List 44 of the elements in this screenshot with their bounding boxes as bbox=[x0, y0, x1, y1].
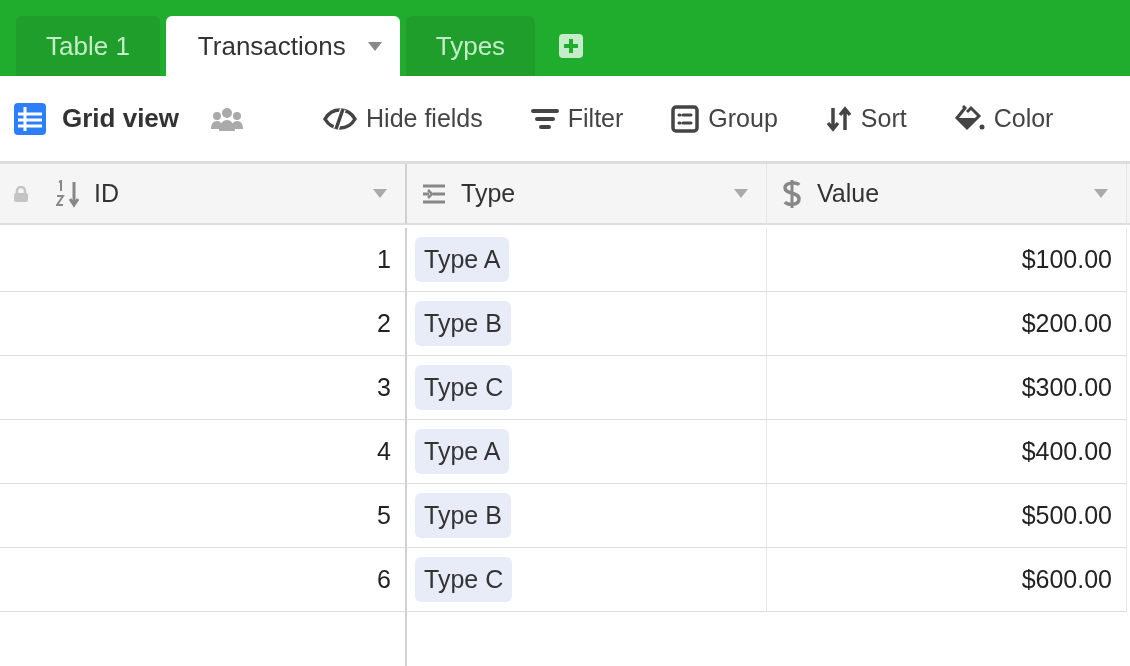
add-table-icon[interactable] bbox=[559, 34, 584, 58]
people-icon[interactable] bbox=[211, 106, 244, 131]
option-tag: Type C bbox=[415, 557, 513, 602]
table-cell: $600.00 bbox=[767, 548, 1127, 612]
number-sort-icon bbox=[56, 179, 80, 208]
table-cell: $300.00 bbox=[767, 356, 1127, 420]
toolbar-button[interactable]: Group bbox=[671, 104, 778, 133]
table-cell: 1 bbox=[0, 228, 407, 292]
table-cell: $500.00 bbox=[767, 484, 1127, 548]
option-tag: Type A bbox=[415, 237, 510, 282]
option-tag: Type B bbox=[415, 493, 511, 538]
caret-icon bbox=[734, 189, 748, 198]
sort-icon bbox=[825, 105, 852, 132]
toolbar-button[interactable]: Color bbox=[954, 104, 1054, 133]
view-name[interactable]: Grid view bbox=[62, 103, 180, 134]
eye-slash-icon bbox=[323, 107, 358, 130]
option-tag: Type C bbox=[415, 365, 513, 410]
caret-icon bbox=[373, 189, 387, 198]
option-tag: Type A bbox=[415, 429, 510, 474]
table-cell: $100.00 bbox=[767, 228, 1127, 292]
caret-icon bbox=[367, 41, 382, 51]
table-cell: $200.00 bbox=[767, 292, 1127, 356]
column-header[interactable]: Value bbox=[767, 164, 1127, 225]
table-cell: 3 bbox=[0, 356, 407, 420]
table-cell: 4 bbox=[0, 420, 407, 484]
paint-bucket-icon bbox=[954, 104, 985, 133]
table-cell: 6 bbox=[0, 548, 407, 612]
table-tab[interactable]: Transactions bbox=[165, 16, 400, 76]
group-icon bbox=[671, 104, 700, 133]
table-cell: $400.00 bbox=[767, 420, 1127, 484]
options-icon bbox=[421, 182, 447, 205]
table-cell: 5 bbox=[0, 484, 407, 548]
dollar-icon bbox=[781, 178, 803, 209]
filter-icon bbox=[530, 107, 559, 130]
caret-icon bbox=[1094, 189, 1108, 198]
option-tag: Type B bbox=[415, 301, 511, 346]
toolbar-button[interactable]: Filter bbox=[530, 104, 624, 133]
toolbar-button[interactable]: Sort bbox=[825, 104, 907, 133]
grid-view-icon bbox=[14, 102, 46, 135]
toolbar-button[interactable]: Hide fields bbox=[323, 104, 483, 133]
column-header[interactable]: ID bbox=[0, 164, 407, 225]
lock-icon bbox=[14, 185, 28, 202]
table-cell: 2 bbox=[0, 292, 407, 356]
column-header[interactable]: Type bbox=[407, 164, 767, 225]
